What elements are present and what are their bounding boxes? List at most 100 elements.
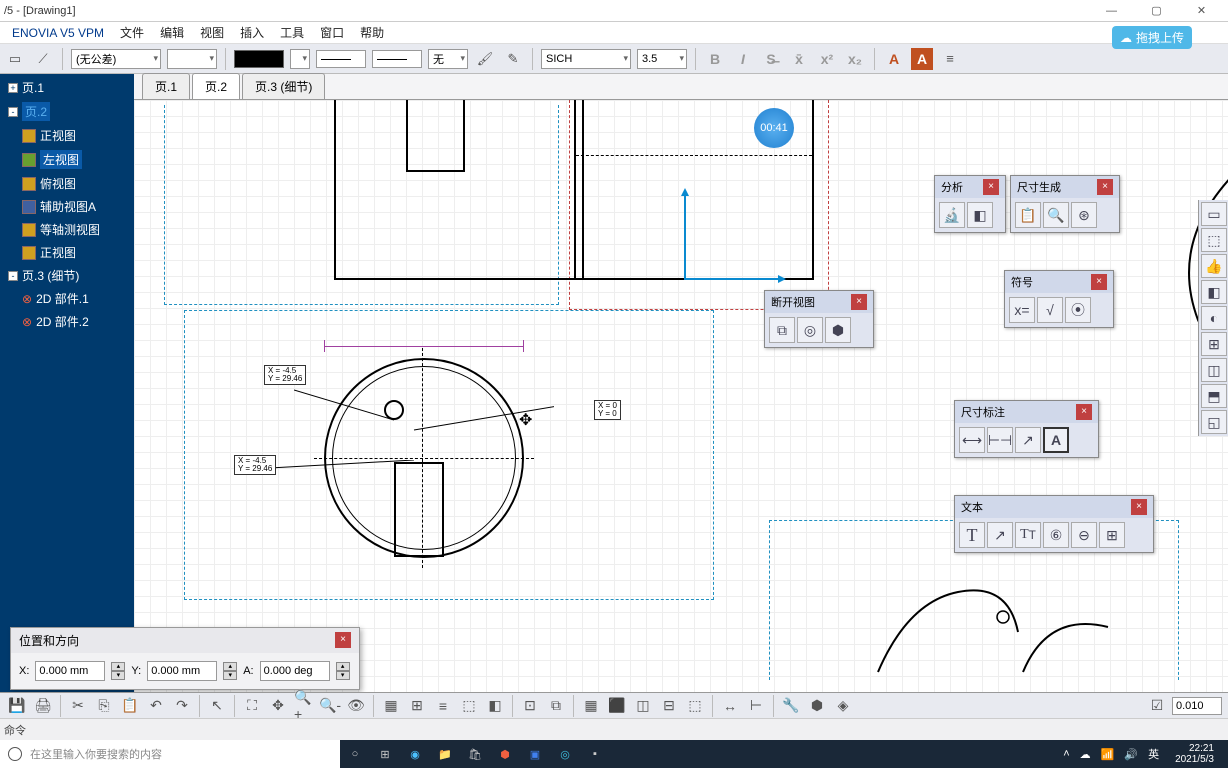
tray-wifi-icon[interactable]: 📶	[1101, 748, 1115, 761]
cut-icon[interactable]: ✂	[67, 695, 89, 717]
undo-icon[interactable]: ↶	[145, 695, 167, 717]
collapse-icon[interactable]: -	[8, 107, 18, 117]
sub-button[interactable]: x₂	[844, 48, 866, 70]
text-icon-6[interactable]: ⊞	[1099, 522, 1125, 548]
vtool-2[interactable]: ⬚	[1201, 228, 1227, 252]
tool-b-icon[interactable]: ◧	[484, 695, 506, 717]
tool-a-icon[interactable]: ⬚	[458, 695, 480, 717]
close-button[interactable]: ✕	[1179, 0, 1224, 22]
print-icon[interactable]: 🖨	[32, 695, 54, 717]
toolbar-text[interactable]: 文本× T ↗ TT ⑥ ⊖ ⊞	[954, 495, 1154, 553]
text-icon-2[interactable]: ↗	[987, 522, 1013, 548]
font-select[interactable]: SICH	[541, 49, 631, 69]
super-button[interactable]: x²	[816, 48, 838, 70]
analysis-icon-2[interactable]: ◧	[967, 202, 993, 228]
textcolor-button[interactable]: A	[883, 48, 905, 70]
brush2-icon[interactable]: ✎	[502, 48, 524, 70]
symbol-icon-3[interactable]: ⦿	[1065, 297, 1091, 323]
app2-icon[interactable]: ▣	[520, 740, 550, 768]
break-icon-2[interactable]: ◎	[797, 317, 823, 343]
vtool-9[interactable]: ◱	[1201, 410, 1227, 434]
symbol-icon-1[interactable]: x=	[1009, 297, 1035, 323]
tool-l-icon[interactable]: 🔧	[780, 695, 802, 717]
overline-button[interactable]: x̄	[788, 48, 810, 70]
tree-2d1[interactable]: ⊗2D 部件.1	[0, 287, 134, 310]
tree-2d2[interactable]: ⊗2D 部件.2	[0, 310, 134, 333]
close-icon[interactable]: ×	[851, 294, 867, 310]
dimgen-icon-3[interactable]: ⊛	[1071, 202, 1097, 228]
toolbar-dimgen[interactable]: 尺寸生成× 📋 🔍 ⊛	[1010, 175, 1120, 233]
tool-m-icon[interactable]: ⬢	[806, 695, 828, 717]
color-dd[interactable]	[290, 49, 310, 69]
brush-icon[interactable]: 🖌	[474, 48, 496, 70]
menu-help[interactable]: 帮助	[352, 24, 392, 41]
tool-d-icon[interactable]: ⧉	[545, 695, 567, 717]
tool-f-icon[interactable]: ⬛	[606, 695, 628, 717]
minimize-button[interactable]: —	[1089, 0, 1134, 22]
menu-insert[interactable]: 插入	[232, 24, 272, 41]
view-icon[interactable]: 👁	[345, 695, 367, 717]
collapse-icon[interactable]: -	[8, 271, 18, 281]
vtool-1[interactable]: ▭	[1201, 202, 1227, 226]
app1-icon[interactable]: ⬢	[490, 740, 520, 768]
zoomout-icon[interactable]: 🔍-	[319, 695, 341, 717]
dimgen-icon-2[interactable]: 🔍	[1043, 202, 1069, 228]
tree-front2[interactable]: 正视图	[0, 241, 134, 264]
snap-icon[interactable]: ⊞	[406, 695, 428, 717]
x-spinner[interactable]: ▴▾	[111, 662, 125, 680]
vtool-6[interactable]: ⊞	[1201, 332, 1227, 356]
tree-iso[interactable]: 等轴测视图	[0, 218, 134, 241]
save-icon[interactable]: 💾	[6, 695, 28, 717]
align-button[interactable]: ≡	[939, 48, 961, 70]
text-icon-1[interactable]: T	[959, 522, 985, 548]
pointer-icon[interactable]: ↖	[206, 695, 228, 717]
nostyle-select[interactable]: 无	[428, 49, 468, 69]
app4-icon[interactable]: ▪	[580, 740, 610, 768]
tray-ime[interactable]: 英	[1148, 746, 1159, 762]
break-icon-3[interactable]: ⬢	[825, 317, 851, 343]
tolerance-select[interactable]: (无公差)	[71, 49, 161, 69]
symbol-icon-2[interactable]: √	[1037, 297, 1063, 323]
tool-i-icon[interactable]: ⬚	[684, 695, 706, 717]
close-icon[interactable]: ×	[1131, 499, 1147, 515]
tree-page2[interactable]: -页.2	[0, 99, 134, 124]
close-icon[interactable]: ×	[1076, 404, 1092, 420]
tree-aux[interactable]: 辅助视图A	[0, 195, 134, 218]
layer-icon[interactable]: ≡	[432, 695, 454, 717]
tree-left[interactable]: 左视图	[0, 147, 134, 172]
tray-clock[interactable]: 22:21 2021/5/3	[1169, 743, 1220, 765]
line-weight[interactable]	[316, 50, 366, 68]
dim-icon-3[interactable]: ↗	[1015, 427, 1041, 453]
copy-icon[interactable]: ⎘	[93, 695, 115, 717]
pan-icon[interactable]: ✥	[267, 695, 289, 717]
vtool-3[interactable]: 👍	[1201, 254, 1227, 278]
cortana-icon[interactable]: ○	[340, 740, 370, 768]
text-icon-5[interactable]: ⊖	[1071, 522, 1097, 548]
tool-c-icon[interactable]: ⊡	[519, 695, 541, 717]
grid-icon[interactable]: ▦	[380, 695, 402, 717]
menu-tools[interactable]: 工具	[272, 24, 312, 41]
a-input[interactable]	[260, 661, 330, 681]
bold-button[interactable]: B	[704, 48, 726, 70]
position-panel[interactable]: 位置和方向× X: ▴▾ Y: ▴▾ A: ▴▾	[10, 627, 360, 690]
tray-volume-icon[interactable]: 🔊	[1124, 748, 1138, 761]
vtool-8[interactable]: ⬒	[1201, 384, 1227, 408]
dim-icon-4[interactable]: A	[1043, 427, 1069, 453]
taskview-icon[interactable]: ⊞	[370, 740, 400, 768]
tool-k-icon[interactable]: ⊢	[745, 695, 767, 717]
tab-page3[interactable]: 页.3 (细节)	[242, 73, 325, 99]
tab-page2[interactable]: 页.2	[192, 73, 240, 99]
tool-h-icon[interactable]: ⊟	[658, 695, 680, 717]
close-icon[interactable]: ×	[983, 179, 999, 195]
strike-button[interactable]: S̶	[760, 48, 782, 70]
maximize-button[interactable]: ▢	[1134, 0, 1179, 22]
fit-icon[interactable]: ⛶	[241, 695, 263, 717]
app3-icon[interactable]: ◎	[550, 740, 580, 768]
line-style[interactable]	[372, 50, 422, 68]
toolbar-break-view[interactable]: 断开视图× ⧉ ◎ ⬢	[764, 290, 874, 348]
italic-button[interactable]: I	[732, 48, 754, 70]
tool-e-icon[interactable]: ▦	[580, 695, 602, 717]
text-icon-3[interactable]: TT	[1015, 522, 1041, 548]
paste-icon[interactable]: 📋	[119, 695, 141, 717]
redo-icon[interactable]: ↷	[171, 695, 193, 717]
